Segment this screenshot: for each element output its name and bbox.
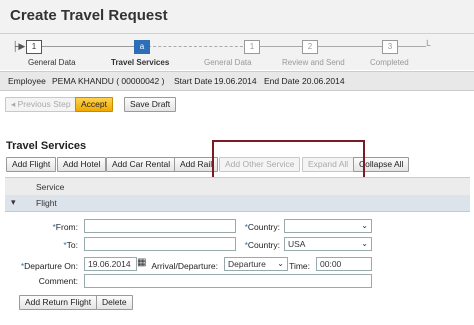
country-1-select[interactable]: ⌄ bbox=[284, 219, 372, 233]
section-title: Travel Services bbox=[6, 140, 87, 152]
start-date-value: 19.06.2014 bbox=[214, 76, 257, 86]
from-label: *From: bbox=[52, 222, 78, 232]
roadmap-end-icon: └ bbox=[424, 40, 431, 50]
highlight-box bbox=[212, 140, 365, 181]
step-4-box: 2 bbox=[302, 40, 318, 54]
step-3-box: 1 bbox=[244, 40, 260, 54]
arrival-departure-label: Arrival/Departure: bbox=[151, 261, 218, 271]
end-date-value: 20.06.2014 bbox=[302, 76, 345, 86]
departure-date-input[interactable]: 19.06.2014 bbox=[84, 257, 137, 271]
add-hotel-button[interactable]: Add Hotel bbox=[57, 157, 107, 172]
dropdown-icon: ⌄ bbox=[361, 221, 368, 230]
step-3-label: General Data bbox=[204, 58, 252, 67]
step-1-box[interactable]: 1 bbox=[26, 40, 42, 54]
start-date-label: Start Date bbox=[174, 76, 213, 86]
dropdown-icon: ⌄ bbox=[277, 259, 284, 268]
to-label: *To: bbox=[63, 240, 78, 250]
arrival-departure-select[interactable]: Departure ⌄ bbox=[224, 257, 288, 271]
comment-label: Comment: bbox=[38, 276, 78, 286]
from-input[interactable] bbox=[84, 219, 236, 233]
step-5-label: Completed bbox=[370, 58, 409, 67]
calendar-icon[interactable]: ▦ bbox=[137, 257, 146, 268]
add-car-rental-button[interactable]: Add Car Rental bbox=[106, 157, 177, 172]
country-2-label: *Country: bbox=[244, 240, 280, 250]
employee-label: Employee bbox=[8, 76, 46, 86]
previous-arrow-icon: ◂ bbox=[11, 99, 18, 109]
service-cell: Flight bbox=[36, 198, 57, 208]
dropdown-icon: ⌄ bbox=[361, 239, 368, 248]
time-label: Time: bbox=[289, 261, 310, 271]
step-5-box: 3 bbox=[382, 40, 398, 54]
add-return-flight-button[interactable]: Add Return Flight bbox=[19, 295, 98, 310]
step-1-label[interactable]: General Data bbox=[28, 58, 76, 67]
roadmap: ├▶ └ 1 General Data a Travel Services 1 … bbox=[0, 34, 474, 70]
roadmap-start-icon: ├▶ bbox=[12, 41, 26, 51]
step-2-box[interactable]: a bbox=[134, 40, 150, 54]
employee-value: PEMA KHANDU ( 00000042 ) bbox=[52, 76, 165, 86]
accept-button[interactable]: Accept bbox=[75, 97, 113, 112]
table-row[interactable]: ▾ Flight bbox=[5, 195, 470, 212]
departure-on-label: *Departure On: bbox=[20, 261, 78, 271]
previous-step-button[interactable]: ◂ Previous Step bbox=[5, 97, 77, 112]
country-1-label: *Country: bbox=[244, 222, 280, 232]
page-title: Create Travel Request bbox=[10, 7, 168, 24]
end-date-label: End Date bbox=[264, 76, 300, 86]
save-draft-button[interactable]: Save Draft bbox=[124, 97, 177, 112]
comment-input[interactable] bbox=[84, 274, 372, 288]
table-header: Service bbox=[5, 177, 470, 196]
collapse-row-icon[interactable]: ▾ bbox=[11, 197, 16, 208]
add-flight-button[interactable]: Add Flight bbox=[6, 157, 57, 172]
delete-button[interactable]: Delete bbox=[96, 295, 133, 310]
to-input[interactable] bbox=[84, 237, 236, 251]
service-column-header: Service bbox=[36, 182, 65, 192]
step-2-label[interactable]: Travel Services bbox=[111, 58, 169, 67]
step-4-label: Review and Send bbox=[282, 58, 345, 67]
employee-bar: Employee PEMA KHANDU ( 00000042 ) Start … bbox=[0, 71, 474, 91]
time-input[interactable]: 00:00 bbox=[316, 257, 372, 271]
country-2-select[interactable]: USA ⌄ bbox=[284, 237, 372, 251]
